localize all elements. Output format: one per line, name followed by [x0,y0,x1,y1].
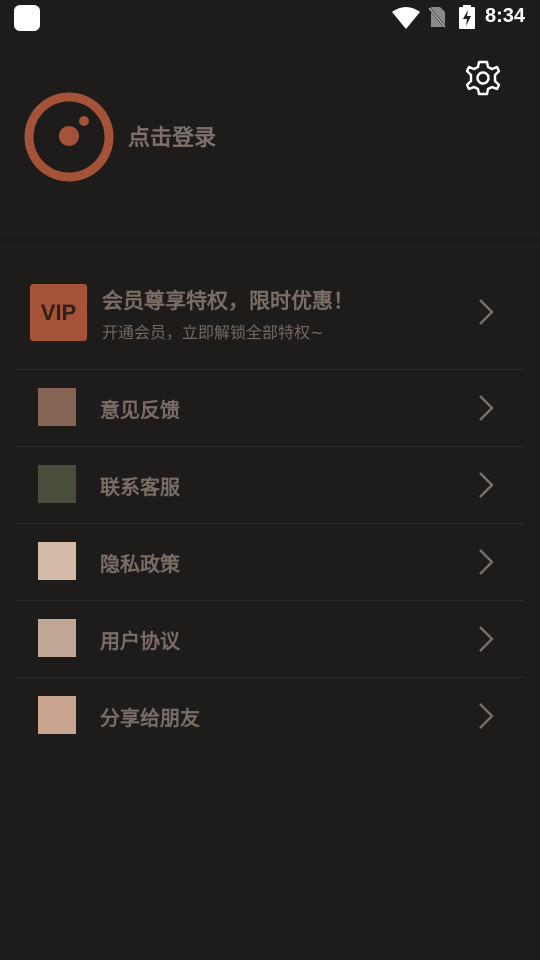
header-divider [0,239,540,241]
chevron-right-icon [479,472,494,498]
status-time: 8:34 [485,5,526,27]
menu-item-label: 隐私政策 [100,552,180,576]
gear-icon[interactable] [464,59,502,97]
login-button[interactable]: 点击登录 [128,120,216,152]
menu-item-user-agreement[interactable]: 用户协议 [16,600,524,677]
no-sim-icon [428,7,446,28]
chevron-right-icon [479,703,494,729]
wifi-icon [392,7,420,29]
menu-item-privacy-policy[interactable]: 隐私政策 [16,523,524,600]
battery-charging-icon [459,5,475,29]
chevron-right-icon [479,549,494,575]
privacy-policy-icon [38,542,76,580]
user-agreement-icon [38,619,76,657]
feedback-icon [38,388,76,426]
avatar[interactable] [23,91,115,183]
app-icon [14,5,40,31]
menu-item-label: 联系客服 [100,475,180,499]
menu-item-share[interactable]: 分享给朋友 [16,677,524,754]
menu-item-label: 分享给朋友 [100,706,200,730]
vip-subtitle: 开通会员，立即解锁全部特权~ [102,323,324,342]
customer-service-icon [38,465,76,503]
chevron-right-icon [479,626,494,652]
menu-item-feedback[interactable]: 意见反馈 [16,369,524,446]
menu-item-label: 用户协议 [100,629,180,653]
status-bar: 8:34 [0,0,540,40]
vip-title: 会员尊享特权，限时优惠！ [102,289,354,313]
share-icon [38,696,76,734]
vip-badge: VIP [30,284,87,341]
menu-item-label: 意见反馈 [100,398,180,422]
chevron-right-icon [479,299,494,325]
menu-item-customer-service[interactable]: 联系客服 [16,446,524,523]
chevron-right-icon [479,395,494,421]
vip-promo-row[interactable]: VIP 会员尊享特权，限时优惠！ 开通会员，立即解锁全部特权~ [16,263,524,367]
